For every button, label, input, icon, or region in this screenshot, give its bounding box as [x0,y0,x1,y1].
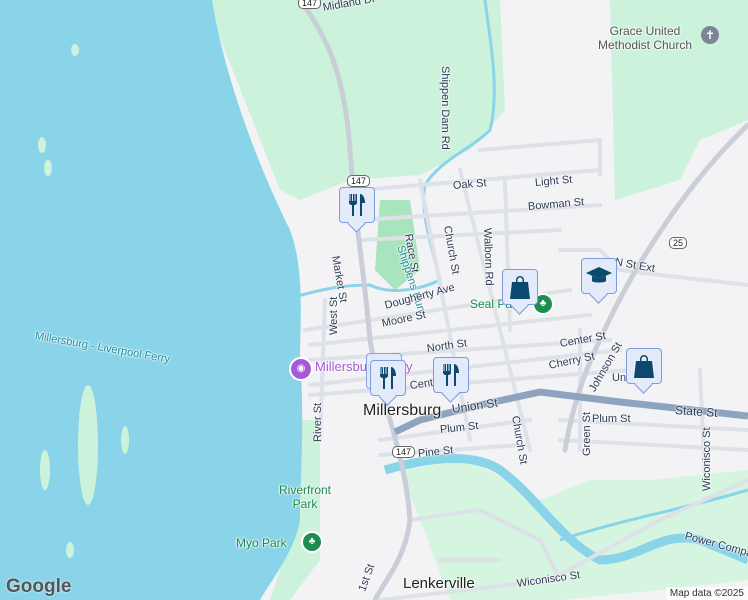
school-marker[interactable] [581,258,617,294]
label-plum-st-east: Plum St [592,413,631,425]
shopping-marker[interactable] [626,348,662,384]
label-millersburg: Millersburg [363,402,442,419]
label-walborn-rd: Walborn Rd [481,227,496,286]
label-state-st: State St [674,403,719,420]
shopping-marker[interactable] [502,269,538,305]
fork-knife-icon [380,367,396,389]
label-riverfront-park: Riverfront Park [278,483,331,511]
map-canvas[interactable] [0,0,748,600]
label-myo-park: Myo Park [236,536,287,550]
label-shippen-dam-rd: Shippen Dam Rd [439,66,451,150]
label-wiconisco-st-north: Wiconisco St [701,427,713,491]
label-grace-church: Grace United Methodist Church [597,24,693,52]
church-icon: ✝ [701,26,719,44]
shopping-bag-icon [634,355,654,378]
shopping-bag-icon [510,276,530,299]
restaurant-marker-cluster[interactable] [370,360,406,396]
fork-knife-icon [349,194,365,216]
route-147-shield: 147 [298,0,322,9]
google-logo[interactable]: Google [6,576,71,598]
label-river-st: River St [312,402,324,442]
label-green-st: Green St [581,411,593,456]
label-west-st: West St [328,296,340,335]
fork-knife-icon [443,364,459,386]
route-147-shield: 147 [392,446,416,458]
camera-poi-icon[interactable]: ◉ [289,357,313,381]
park-pin-icon-myo[interactable]: ♣ [301,531,323,553]
map-attribution[interactable]: Map data ©2025 [665,587,748,600]
route-147-shield: 147 [347,175,371,187]
restaurant-marker[interactable] [433,357,469,393]
label-lenkerville: Lenkerville [403,575,475,592]
restaurant-marker[interactable] [339,187,375,223]
route-25-shield: 25 [669,237,688,249]
graduation-cap-icon [586,267,612,283]
